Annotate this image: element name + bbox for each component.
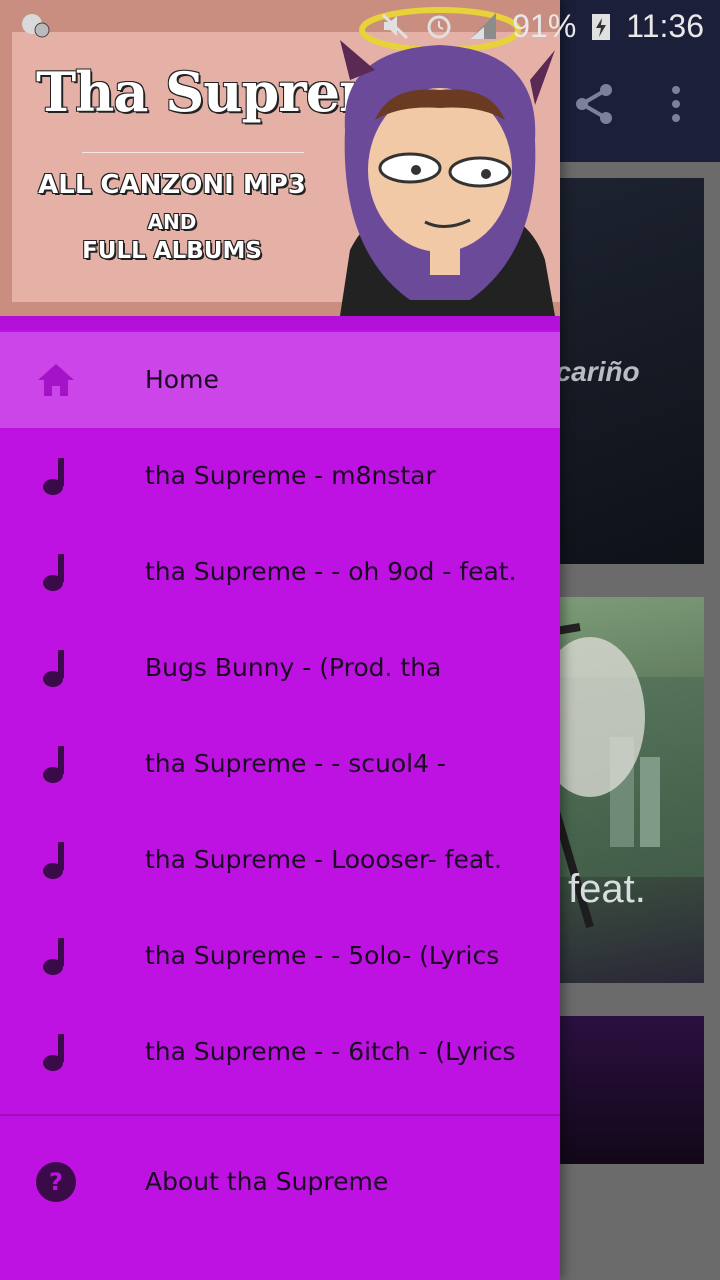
menu-item-label: tha Supreme - - scuol4 - xyxy=(145,749,446,778)
header-bottom-bar xyxy=(0,316,560,330)
svg-text:?: ? xyxy=(49,1168,63,1196)
menu-item-label: tha Supreme - - oh 9od - feat. xyxy=(145,557,517,586)
menu-item-song[interactable]: tha Supreme - - 5olo- (Lyrics xyxy=(0,908,560,1004)
music-note-icon xyxy=(43,938,64,975)
menu-item-label: tha Supreme - - 6itch - (Lyrics xyxy=(145,1037,516,1066)
menu-divider xyxy=(0,1114,560,1116)
menu-item-song[interactable]: Bugs Bunny - (Prod. tha xyxy=(0,620,560,716)
menu-item-song[interactable]: tha Supreme - - scuol4 - xyxy=(0,716,560,812)
menu-item-about[interactable]: ? About tha Supreme xyxy=(0,1134,560,1230)
menu-item-label: Bugs Bunny - (Prod. tha xyxy=(145,653,442,682)
navigation-drawer: Tha Supreme ALL CANZONI MP3 AND FULL ALB… xyxy=(0,0,560,1280)
app-bar-actions xyxy=(560,60,720,150)
menu-item-home[interactable]: Home xyxy=(0,332,560,428)
menu-item-song[interactable]: tha Supreme - - 6itch - (Lyrics xyxy=(0,1004,560,1100)
mute-icon xyxy=(382,13,409,40)
banner-divider xyxy=(82,152,304,153)
more-options-icon[interactable] xyxy=(660,80,692,128)
music-note-icon xyxy=(43,650,64,687)
battery-percent: 91% xyxy=(512,7,577,44)
menu-item-label: tha Supreme - Loooser- feat. xyxy=(145,845,502,874)
menu-item-label: tha Supreme - m8nstar xyxy=(145,461,436,490)
menu-item-song[interactable]: tha Supreme - - oh 9od - feat. xyxy=(0,524,560,620)
battery-charging-icon xyxy=(592,14,611,40)
home-icon xyxy=(38,364,74,396)
menu-item-song[interactable]: tha Supreme - m8nstar xyxy=(0,428,560,524)
music-note-icon xyxy=(43,1034,64,1071)
music-note-icon xyxy=(43,842,64,879)
status-bar: 91% 11:36 xyxy=(0,0,720,50)
music-note-icon xyxy=(43,554,64,591)
banner-subtitle: ALL CANZONI MP3 xyxy=(38,170,306,200)
banner-subtitle-albums: FULL ALBUMS xyxy=(82,238,262,264)
help-icon: ? xyxy=(36,1162,76,1202)
menu-item-label: tha Supreme - - 5olo- (Lyrics xyxy=(145,941,500,970)
menu-item-label: Home xyxy=(145,365,219,394)
banner-subtitle-and: AND xyxy=(147,210,197,234)
signal-icon xyxy=(470,13,497,39)
notification-icon xyxy=(22,14,50,38)
menu-item-label: About tha Supreme xyxy=(145,1167,389,1196)
share-icon[interactable] xyxy=(570,80,618,128)
alarm-icon xyxy=(427,15,451,39)
clock: 11:36 xyxy=(626,7,704,44)
music-note-icon xyxy=(43,746,64,783)
music-note-icon xyxy=(43,458,64,495)
drawer-menu: Home tha Supreme - m8nstar tha Supreme -… xyxy=(0,332,560,1100)
drawer-footer: ? About tha Supreme xyxy=(0,1134,560,1230)
menu-item-song[interactable]: tha Supreme - Loooser- feat. xyxy=(0,812,560,908)
